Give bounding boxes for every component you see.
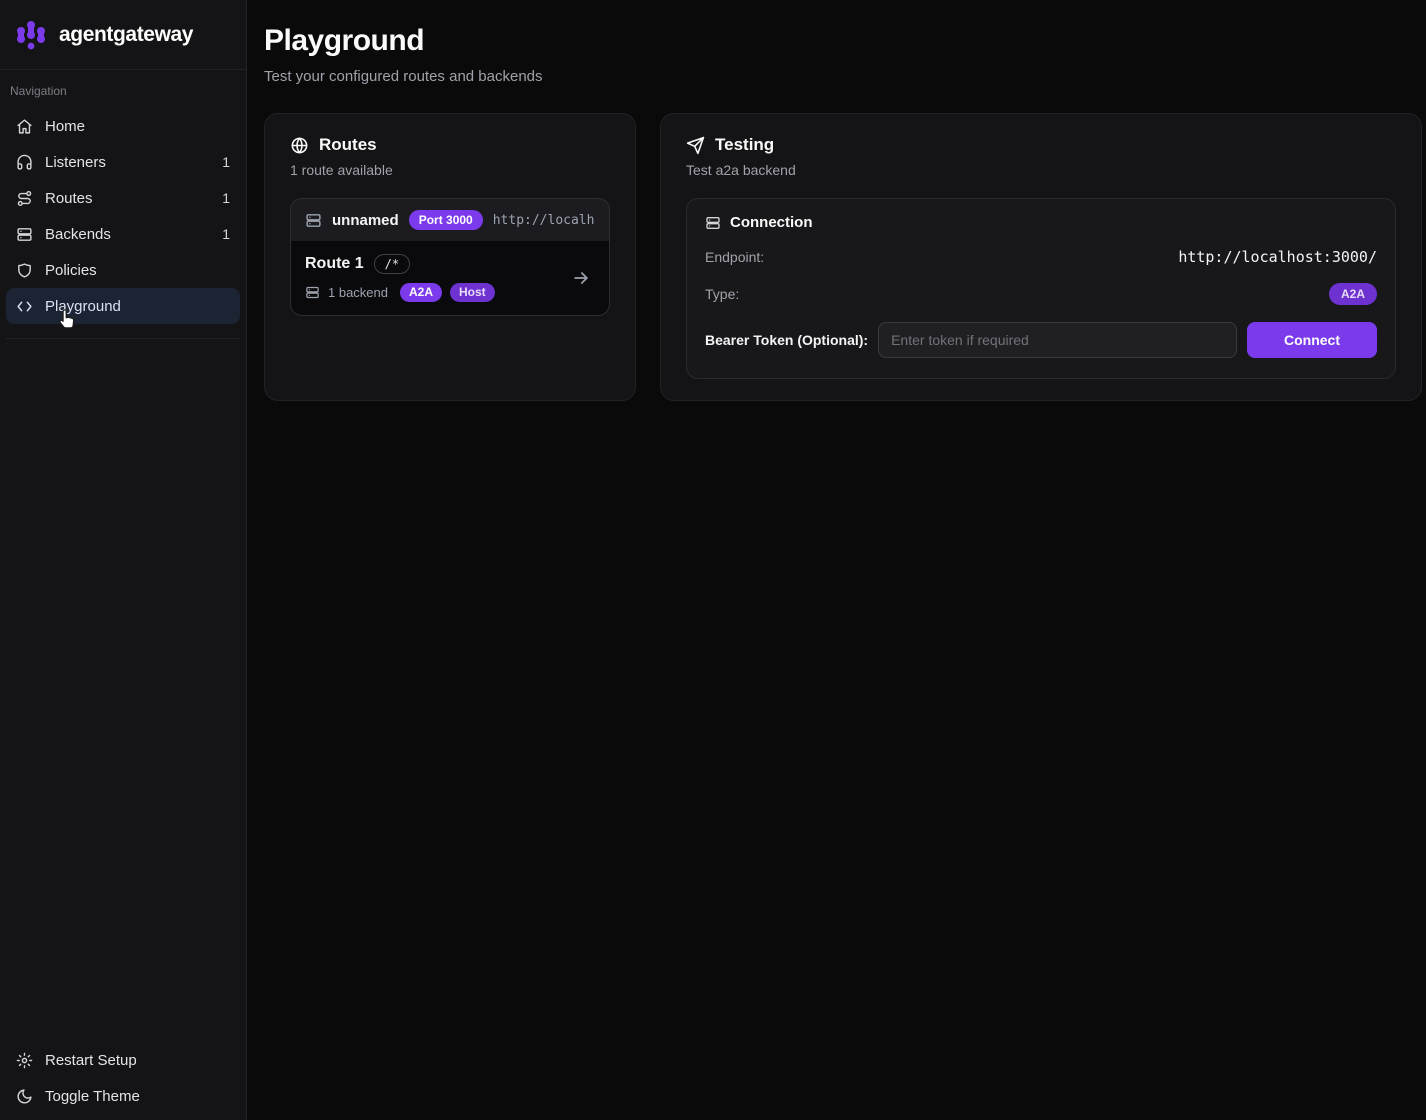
connection-title: Connection [730, 214, 813, 231]
headphones-icon [16, 154, 33, 171]
route-meta-line: 1 backend A2A Host [305, 283, 595, 301]
main-content: Playground Test your configured routes a… [247, 0, 1426, 1120]
route-path-badge: /* [374, 254, 410, 274]
route-name: Route 1 [305, 255, 364, 273]
type-row: Type: A2A [705, 283, 1377, 305]
routes-panel-subtitle: 1 route available [290, 162, 610, 178]
testing-panel-title: Testing [715, 135, 774, 155]
connection-header: Connection [705, 214, 1377, 231]
endpoint-value: http://localhost:3000/ [1178, 248, 1377, 266]
arrow-right-icon[interactable] [571, 268, 591, 288]
routes-panel-header: Routes [290, 135, 610, 155]
nav-divider [6, 338, 240, 339]
moon-icon [16, 1088, 33, 1105]
nav-section-label: Navigation [6, 84, 240, 108]
bearer-token-label: Bearer Token (Optional): [705, 332, 868, 348]
sidebar-item-label: Listeners [45, 154, 106, 171]
sidebar-item-policies[interactable]: Policies [6, 252, 240, 288]
type-badge: A2A [1329, 283, 1377, 305]
route-title-line: Route 1 /* [305, 254, 595, 274]
gear-icon [16, 1052, 33, 1069]
agentgateway-logo-icon [14, 17, 48, 53]
toggle-theme-label: Toggle Theme [45, 1088, 140, 1105]
home-icon [16, 118, 33, 135]
sidebar-item-label: Policies [45, 262, 97, 279]
connect-button[interactable]: Connect [1247, 322, 1377, 358]
toggle-theme-button[interactable]: Toggle Theme [6, 1078, 240, 1114]
route-icon [16, 190, 33, 207]
sidebar: agentgateway Navigation Home Listeners 1… [0, 0, 247, 1120]
page-title: Playground [264, 24, 1422, 58]
shield-icon [16, 262, 33, 279]
server-icon [305, 285, 320, 300]
route-item[interactable]: Route 1 /* 1 backend A2A Host [291, 241, 609, 314]
bearer-token-row: Bearer Token (Optional): Connect [705, 322, 1377, 358]
app-logo: agentgateway [0, 0, 246, 70]
sidebar-item-backends[interactable]: Backends 1 [6, 216, 240, 252]
restart-setup-button[interactable]: Restart Setup [6, 1042, 240, 1078]
sidebar-footer: Restart Setup Toggle Theme [0, 1042, 246, 1120]
cards-row: Routes 1 route available unnamed Port 30… [264, 113, 1422, 401]
listener-row: unnamed Port 3000 http://localhost:3000/ [291, 199, 609, 241]
listener-name: unnamed [332, 212, 399, 229]
sidebar-item-listeners[interactable]: Listeners 1 [6, 144, 240, 180]
routes-panel: Routes 1 route available unnamed Port 30… [264, 113, 636, 401]
page-subtitle: Test your configured routes and backends [264, 68, 1422, 85]
testing-panel: Testing Test a2a backend Connection Endp… [660, 113, 1422, 401]
server-icon [16, 226, 33, 243]
sidebar-item-routes[interactable]: Routes 1 [6, 180, 240, 216]
routes-panel-title: Routes [319, 135, 377, 155]
server-icon [305, 212, 322, 229]
sidebar-item-count: 1 [222, 190, 230, 206]
sidebar-item-label: Home [45, 118, 85, 135]
sidebar-item-playground[interactable]: Playground [6, 288, 240, 324]
server-icon [705, 215, 721, 231]
endpoint-label: Endpoint: [705, 249, 764, 265]
connection-card: Connection Endpoint: http://localhost:30… [686, 198, 1396, 379]
code-icon [16, 298, 33, 315]
testing-panel-header: Testing [686, 135, 1396, 155]
host-badge: Host [450, 283, 495, 301]
listener-url: http://localhost:3000/ [493, 213, 595, 228]
type-label: Type: [705, 286, 739, 302]
restart-setup-label: Restart Setup [45, 1052, 137, 1069]
sidebar-item-home[interactable]: Home [6, 108, 240, 144]
sidebar-item-label: Routes [45, 190, 93, 207]
listener-group: unnamed Port 3000 http://localhost:3000/… [290, 198, 610, 316]
sidebar-nav: Navigation Home Listeners 1 Routes 1 [0, 70, 246, 339]
send-icon [686, 136, 705, 155]
app-title: agentgateway [59, 23, 193, 47]
testing-panel-subtitle: Test a2a backend [686, 162, 1396, 178]
port-badge: Port 3000 [409, 210, 483, 230]
a2a-badge: A2A [400, 283, 442, 301]
sidebar-item-label: Backends [45, 226, 111, 243]
sidebar-item-label: Playground [45, 298, 121, 315]
globe-icon [290, 136, 309, 155]
endpoint-row: Endpoint: http://localhost:3000/ [705, 246, 1377, 268]
backend-count: 1 backend [328, 285, 388, 300]
sidebar-item-count: 1 [222, 154, 230, 170]
sidebar-item-count: 1 [222, 226, 230, 242]
bearer-token-input[interactable] [878, 322, 1237, 358]
